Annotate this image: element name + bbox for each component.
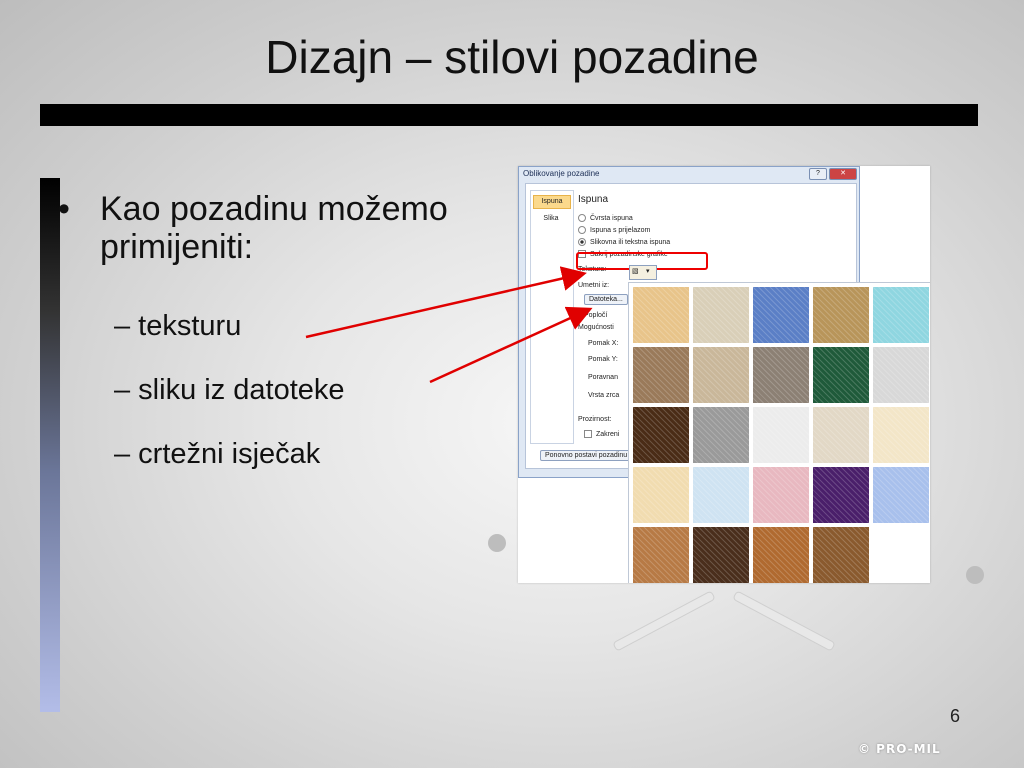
texture-swatch[interactable] <box>753 347 809 403</box>
alignment-label: Poravnan <box>588 374 618 381</box>
radio-icon <box>578 214 586 222</box>
left-gradient-strip <box>40 178 60 712</box>
sub-bullet-texture: – teksturu <box>114 310 242 342</box>
texture-swatch-icon: ▧ <box>632 268 639 275</box>
option-label: Slikovna ili tekstna ispuna <box>590 238 671 246</box>
checkbox-icon <box>584 430 592 438</box>
offset-x-label: Pomak X: <box>588 340 619 347</box>
radio-icon <box>578 226 586 234</box>
option-label: Ispuna s prijelazom <box>590 226 651 234</box>
texture-swatch[interactable] <box>873 467 929 523</box>
dialog-nav: Ispuna Slika <box>530 190 574 444</box>
page-number: 6 <box>950 706 961 726</box>
texture-swatch[interactable] <box>693 527 749 583</box>
screen-knob-right <box>966 566 984 584</box>
texture-swatch[interactable] <box>753 407 809 463</box>
bullet-marker: • <box>58 190 70 228</box>
watermark-logo: © PRO-MIL <box>858 742 941 756</box>
texture-gallery <box>628 282 930 583</box>
texture-swatch[interactable] <box>753 467 809 523</box>
dialog-screenshot: Oblikovanje pozadine ? ✕ Ispuna Slika Isp… <box>518 166 930 583</box>
texture-swatch[interactable] <box>693 467 749 523</box>
texture-swatch[interactable] <box>693 407 749 463</box>
bullet-main-text: Kao pozadinu možemo primijeniti: <box>100 190 448 266</box>
sub-bullet-file: – sliku iz datoteke <box>114 374 345 406</box>
texture-swatch[interactable] <box>633 347 689 403</box>
texture-swatch[interactable] <box>873 407 929 463</box>
dialog-title-buttons: ? ✕ <box>807 168 857 180</box>
texture-swatch[interactable] <box>633 287 689 343</box>
texture-swatch[interactable] <box>693 287 749 343</box>
section-title: Ispuna <box>578 194 609 205</box>
texture-dropdown-button[interactable]: ▧ ▾ <box>629 265 657 280</box>
stand-leg-left <box>612 590 716 652</box>
option-gradient-fill[interactable]: Ispuna s prijelazom <box>578 226 650 234</box>
title-underline-bar <box>40 104 978 126</box>
texture-swatch[interactable] <box>813 467 869 523</box>
texture-swatch[interactable] <box>753 287 809 343</box>
tile-option[interactable]: Popločí <box>584 312 607 319</box>
texture-swatch[interactable] <box>873 347 929 403</box>
texture-swatch[interactable] <box>813 407 869 463</box>
rotate-option[interactable]: Zakreni <box>584 430 619 438</box>
close-button[interactable]: ✕ <box>829 168 857 180</box>
radio-selected-icon <box>578 238 586 246</box>
file-button[interactable]: Datoteka... <box>584 294 628 305</box>
texture-swatch[interactable] <box>873 287 929 343</box>
offset-y-label: Pomak Y: <box>588 356 618 363</box>
reset-background-button[interactable]: Ponovno postavi pozadinu <box>540 450 633 461</box>
nav-item-fill[interactable]: Ispuna <box>533 195 571 209</box>
dialog-title: Oblikovanje pozadine <box>523 169 600 178</box>
slide: Dizajn – stilovi pozadine • Kao pozadinu… <box>0 0 1024 768</box>
slide-title: Dizajn – stilovi pozadine <box>265 31 759 83</box>
transparency-label: Prozirnost: <box>578 416 612 423</box>
sub-bullet-clipart: – crtežni isječak <box>114 438 321 470</box>
texture-swatch[interactable] <box>633 467 689 523</box>
screen-knob-left <box>488 534 506 552</box>
option-label: Čvrsta ispuna <box>590 214 633 222</box>
texture-swatch[interactable] <box>813 347 869 403</box>
nav-item-picture[interactable]: Slika <box>533 213 569 225</box>
insert-from-label: Umetni iz: <box>578 282 610 289</box>
texture-swatch[interactable] <box>693 347 749 403</box>
stand-leg-right <box>732 590 836 652</box>
offsets-label: Mogućnosti <box>578 324 614 331</box>
texture-swatch[interactable] <box>633 527 689 583</box>
texture-swatch[interactable] <box>813 287 869 343</box>
mirror-label: Vrsta zrca <box>588 392 620 399</box>
texture-swatch[interactable] <box>633 407 689 463</box>
help-button[interactable]: ? <box>809 168 827 180</box>
option-picture-fill[interactable]: Slikovna ili tekstna ispuna <box>578 238 670 246</box>
texture-swatch[interactable] <box>813 527 869 583</box>
texture-swatch[interactable] <box>753 527 809 583</box>
chevron-down-icon: ▾ <box>646 268 650 275</box>
option-solid-fill[interactable]: Čvrsta ispuna <box>578 214 633 222</box>
option-label: Zakreni <box>596 430 620 438</box>
